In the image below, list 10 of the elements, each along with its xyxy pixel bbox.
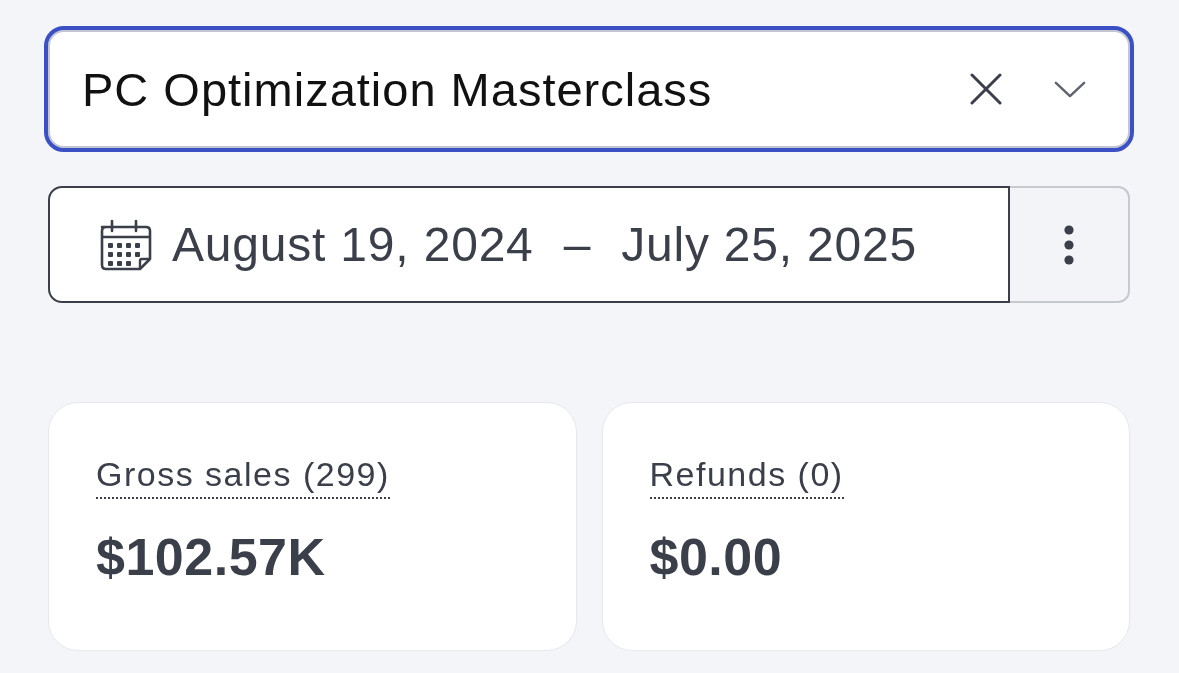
course-select[interactable]: PC Optimization Masterclass	[44, 26, 1134, 152]
metric-label: Refunds (0)	[649, 455, 844, 499]
metric-value: $102.57K	[96, 527, 326, 587]
metric-value: $0.00	[649, 527, 783, 587]
metric-label: Gross sales (299)	[96, 455, 390, 499]
chevron-down-icon[interactable]	[1054, 80, 1086, 98]
date-range-button[interactable]: August 19, 2024 – July 25, 2025	[48, 186, 1010, 303]
clear-button[interactable]	[969, 72, 1003, 106]
close-icon	[970, 73, 1002, 105]
more-vertical-icon	[1063, 224, 1075, 265]
